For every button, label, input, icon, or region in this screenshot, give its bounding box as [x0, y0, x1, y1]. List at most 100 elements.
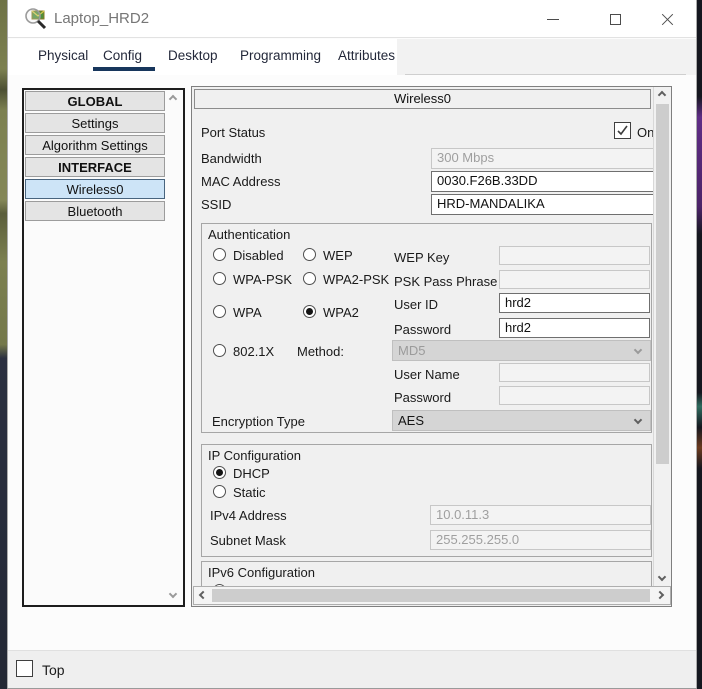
- subnet-mask-label: Subnet Mask: [210, 533, 286, 548]
- radio-wpa2-label: WPA2: [323, 305, 359, 320]
- top-checkbox-label: Top: [42, 662, 65, 678]
- sidebar-item-settings[interactable]: Settings: [25, 113, 165, 133]
- ssid-field[interactable]: HRD-MANDALIKA: [431, 194, 654, 215]
- sidebar-item-bluetooth[interactable]: Bluetooth: [25, 201, 165, 221]
- method-value: MD5: [398, 343, 425, 358]
- password-label: Password: [394, 322, 451, 337]
- password-field[interactable]: hrd2: [499, 318, 650, 338]
- window-border: [7, 0, 8, 689]
- encryption-type-label: Encryption Type: [212, 414, 305, 429]
- minimize-button[interactable]: [532, 0, 574, 38]
- wireless0-config-panel: Wireless0 Port Status On Bandwidth 300 M…: [191, 86, 672, 607]
- radio-wpa2[interactable]: [303, 305, 316, 318]
- sidebar-item-algorithm-settings[interactable]: Algorithm Settings: [25, 135, 165, 155]
- scroll-left-icon[interactable]: [199, 591, 207, 599]
- scroll-down-icon[interactable]: [658, 573, 666, 581]
- sidebar-item-global[interactable]: GLOBAL: [25, 91, 165, 111]
- radio-wpa-psk[interactable]: [213, 272, 226, 285]
- mac-address-field[interactable]: 0030.F26B.33DD: [431, 171, 654, 192]
- port-status-checkbox[interactable]: [614, 122, 631, 139]
- user-name-field: [499, 363, 650, 382]
- sidebar-scrollbar[interactable]: [165, 90, 183, 605]
- radio-static-label: Static: [233, 485, 266, 500]
- radio-disabled-label: Disabled: [233, 248, 284, 263]
- ipv6-configuration-group: IPv6 Configuration: [201, 561, 652, 587]
- window-title: Laptop_HRD2: [54, 10, 149, 27]
- radio-wep-label: WEP: [323, 248, 353, 263]
- vertical-scrollbar[interactable]: [653, 87, 671, 587]
- tab-programming[interactable]: Programming: [240, 48, 321, 63]
- ip-configuration-title: IP Configuration: [208, 448, 301, 463]
- top-checkbox[interactable]: [16, 660, 33, 677]
- title-bar: Laptop_HRD2: [8, 0, 696, 38]
- packet-tracer-device-window: Laptop_HRD2 Physical Config Desktop Prog…: [0, 0, 702, 689]
- radio-wpa-psk-label: WPA-PSK: [233, 272, 292, 287]
- password2-label: Password: [394, 390, 451, 405]
- method-dropdown: MD5: [392, 340, 651, 361]
- user-id-label: User ID: [394, 297, 438, 312]
- encryption-type-dropdown[interactable]: AES: [392, 410, 651, 431]
- bottom-bar: Top: [8, 650, 696, 688]
- radio-8021x-label: 802.1X: [233, 344, 274, 359]
- radio-wpa2-psk[interactable]: [303, 272, 316, 285]
- horizontal-scrollbar-thumb[interactable]: [212, 589, 650, 602]
- radio-wpa-label: WPA: [233, 305, 262, 320]
- radio-8021x[interactable]: [213, 344, 226, 357]
- scroll-right-icon[interactable]: [656, 591, 664, 599]
- desktop-edge-left: [0, 0, 7, 689]
- subnet-mask-field: 255.255.255.0: [430, 530, 651, 550]
- tab-desktop[interactable]: Desktop: [168, 48, 218, 63]
- authentication-title: Authentication: [208, 227, 290, 242]
- password2-field: [499, 386, 650, 405]
- psk-pass-phrase-field: [499, 270, 650, 289]
- packet-tracer-magnifier-icon: [24, 7, 48, 31]
- chevron-down-icon: [634, 416, 642, 424]
- authentication-group: Authentication Disabled WEP WEP Key WPA-…: [201, 223, 652, 433]
- ipv4-address-label: IPv4 Address: [210, 508, 287, 523]
- tab-attributes[interactable]: Attributes: [338, 48, 395, 63]
- encryption-type-value: AES: [398, 413, 424, 428]
- config-scroll-viewport: Wireless0 Port Status On Bandwidth 300 M…: [193, 88, 654, 587]
- radio-wep[interactable]: [303, 248, 316, 261]
- scroll-up-icon[interactable]: [169, 95, 177, 103]
- vertical-scrollbar-thumb[interactable]: [656, 104, 669, 464]
- sidebar-item-interface[interactable]: INTERFACE: [25, 157, 165, 177]
- tab-physical[interactable]: Physical: [38, 48, 88, 63]
- user-id-field[interactable]: hrd2: [499, 293, 650, 313]
- user-name-label: User Name: [394, 367, 460, 382]
- active-tab-indicator: [93, 67, 155, 71]
- ssid-label: SSID: [201, 197, 231, 212]
- check-icon: [616, 124, 629, 137]
- ipv4-address-field: 10.0.11.3: [430, 505, 651, 525]
- chevron-down-icon: [634, 346, 642, 354]
- radio-static[interactable]: [213, 485, 226, 498]
- scroll-down-icon[interactable]: [169, 590, 177, 598]
- mac-address-label: MAC Address: [201, 174, 280, 189]
- close-icon: [661, 13, 674, 26]
- bandwidth-label: Bandwidth: [201, 151, 262, 166]
- desktop-edge-right: [697, 0, 702, 689]
- interface-panel-title: Wireless0: [194, 89, 651, 109]
- window-border: [696, 0, 697, 689]
- horizontal-scrollbar[interactable]: [193, 586, 671, 605]
- psk-pass-phrase-label: PSK Pass Phrase: [394, 274, 497, 289]
- ipv6-configuration-title: IPv6 Configuration: [208, 565, 315, 580]
- wep-key-label: WEP Key: [394, 250, 449, 265]
- sidebar-item-wireless0[interactable]: Wireless0: [25, 179, 165, 199]
- radio-disabled[interactable]: [213, 248, 226, 261]
- radio-wpa[interactable]: [213, 305, 226, 318]
- minimize-icon: [547, 19, 559, 20]
- radio-dhcp[interactable]: [213, 466, 226, 479]
- close-button[interactable]: [646, 0, 688, 38]
- scroll-up-icon[interactable]: [658, 91, 666, 99]
- method-label: Method:: [297, 344, 344, 359]
- ip-configuration-group: IP Configuration DHCP Static IPv4 Addres…: [201, 444, 652, 557]
- port-status-on-label: On: [637, 125, 654, 140]
- maximize-icon: [610, 14, 621, 25]
- maximize-button[interactable]: [594, 0, 636, 38]
- tab-config[interactable]: Config: [103, 48, 142, 63]
- port-status-label: Port Status: [201, 125, 265, 140]
- radio-wpa2-psk-label: WPA2-PSK: [323, 272, 389, 287]
- radio-dhcp-label: DHCP: [233, 466, 270, 481]
- wep-key-field: [499, 246, 650, 265]
